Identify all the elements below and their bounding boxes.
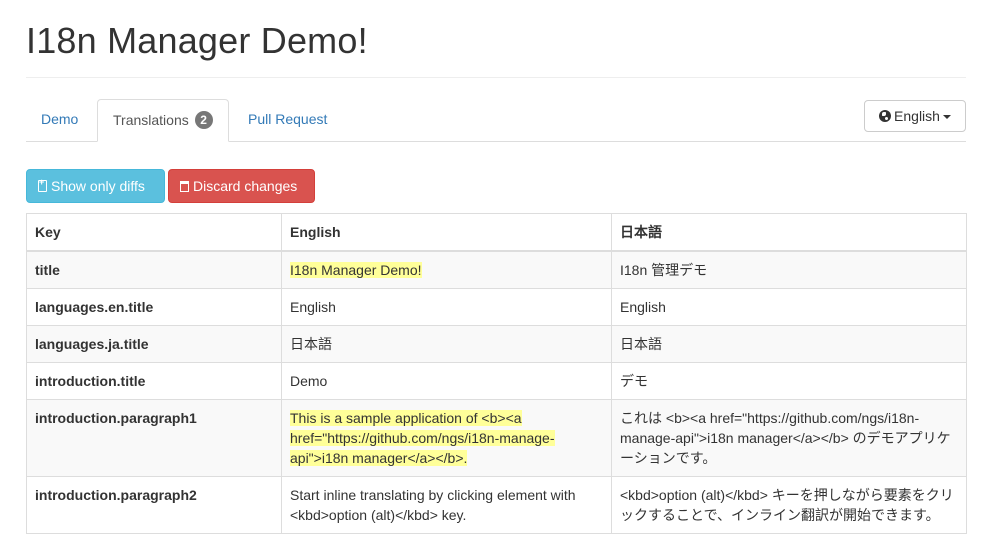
table-row: title I18n Manager Demo! I18n 管理デモ	[26, 250, 967, 289]
globe-icon	[879, 110, 892, 122]
document-plus-icon	[38, 176, 47, 192]
key-cell: languages.ja.title	[26, 325, 282, 363]
tab-translations[interactable]: Translations 2	[97, 99, 229, 142]
show-diffs-label: Show only diffs	[51, 178, 145, 194]
table-header-row: Key English 日本語	[26, 213, 967, 252]
show-only-diffs-button[interactable]: Show only diffs	[26, 169, 165, 203]
japanese-cell[interactable]: I18n 管理デモ	[611, 250, 967, 289]
english-cell[interactable]: English	[281, 288, 612, 326]
diff-count-badge: 2	[194, 111, 213, 129]
caret-down-icon	[942, 115, 951, 119]
column-header-japanese: 日本語	[611, 213, 967, 252]
changed-text: I18n Manager Demo!	[290, 262, 422, 278]
table-row: introduction.title Demo デモ	[26, 362, 967, 400]
japanese-cell[interactable]: デモ	[611, 362, 967, 400]
tab-pull-request[interactable]: Pull Request	[233, 99, 342, 140]
table-row: languages.ja.title 日本語 日本語	[26, 325, 967, 363]
tab-label: Pull Request	[248, 111, 328, 127]
column-header-key: Key	[26, 213, 282, 252]
language-label: English	[894, 108, 940, 124]
japanese-cell[interactable]: English	[611, 288, 967, 326]
english-cell[interactable]: Demo	[281, 362, 612, 400]
key-cell: introduction.title	[26, 362, 282, 400]
key-cell: languages.en.title	[26, 288, 282, 326]
language-dropdown[interactable]: English	[864, 100, 966, 132]
english-cell[interactable]: This is a sample application of <b><a hr…	[281, 399, 612, 477]
title-divider	[26, 77, 966, 78]
trash-icon	[180, 181, 189, 192]
tab-label: Translations	[113, 112, 189, 128]
discard-changes-button[interactable]: Discard changes	[168, 169, 315, 203]
translations-table: Key English 日本語 title I18n Manager Demo!…	[26, 213, 967, 534]
column-header-english: English	[281, 213, 612, 252]
japanese-cell[interactable]: 日本語	[611, 325, 967, 363]
key-cell: title	[26, 250, 282, 289]
japanese-cell[interactable]: これは <b><a href="https://github.com/ngs/i…	[611, 399, 967, 477]
page-title: I18n Manager Demo!	[26, 20, 368, 61]
table-row: languages.en.title English English	[26, 288, 967, 326]
english-cell[interactable]: I18n Manager Demo!	[281, 250, 612, 289]
tab-demo[interactable]: Demo	[26, 99, 93, 140]
changed-text: This is a sample application of <b><a hr…	[290, 410, 555, 466]
table-row: introduction.paragraph1 This is a sample…	[26, 399, 967, 477]
nav-tabs: Demo Translations 2 Pull Request	[26, 99, 966, 142]
tab-label: Demo	[41, 111, 79, 127]
discard-label: Discard changes	[193, 178, 298, 194]
key-cell: introduction.paragraph1	[26, 399, 282, 477]
english-cell[interactable]: 日本語	[281, 325, 612, 363]
